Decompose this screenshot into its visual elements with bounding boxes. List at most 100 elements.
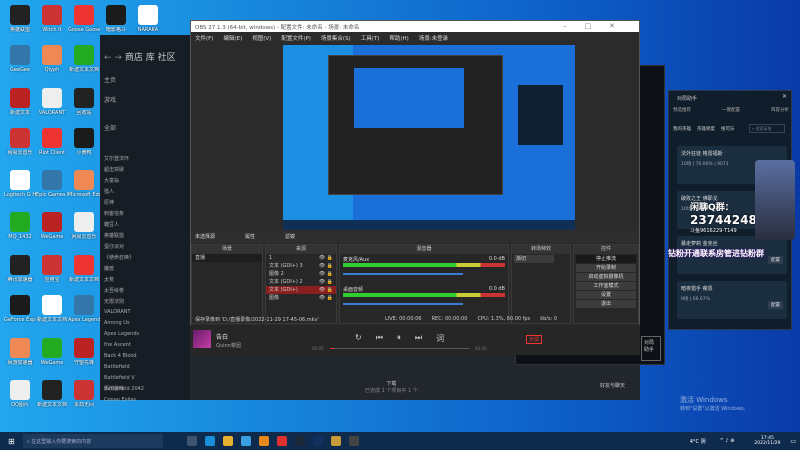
eye-lock-icons[interactable]: 👁 🔒 bbox=[319, 278, 333, 286]
tray-icons[interactable]: ^ ♪ ⊕ bbox=[720, 438, 735, 444]
config-button[interactable]: 配置 bbox=[768, 256, 783, 264]
eye-lock-icons[interactable]: 👁 🔒 bbox=[319, 270, 333, 278]
desktop-icon[interactable]: Microsoft Edge bbox=[68, 170, 100, 198]
volume-slider[interactable] bbox=[343, 273, 463, 275]
eye-lock-icons[interactable]: 👁 🔒 bbox=[319, 286, 333, 294]
start-icon[interactable]: ⊞ bbox=[8, 437, 15, 446]
source-item[interactable]: 1 👁 🔒 bbox=[266, 254, 336, 262]
volume-slider[interactable] bbox=[343, 303, 463, 305]
steam-game-item[interactable]: Battlefield bbox=[104, 364, 144, 375]
quality-badge[interactable]: 无损 bbox=[526, 335, 543, 344]
menu-item[interactable]: 编辑(E) bbox=[223, 34, 242, 42]
store-icon[interactable] bbox=[240, 436, 251, 446]
desktop-icon[interactable]: 暗影格斗 bbox=[100, 5, 132, 33]
helper-subtab[interactable]: 英雄梯度 bbox=[697, 126, 715, 132]
desktop-icon[interactable]: 守望先锋 bbox=[68, 338, 100, 366]
next-icon[interactable]: ⏭ bbox=[415, 333, 422, 344]
desktop-icon[interactable]: Epic Games Launcher bbox=[36, 170, 68, 198]
obs-icon[interactable] bbox=[348, 436, 359, 446]
eye-lock-icons[interactable]: 👁 🔒 bbox=[319, 262, 333, 270]
notification-icon[interactable]: ▭ bbox=[790, 438, 796, 445]
helper-subtab[interactable]: 搜可乐 bbox=[721, 126, 735, 132]
steam-game-item[interactable]: 超击突破 bbox=[104, 166, 144, 177]
lol-icon[interactable] bbox=[330, 436, 341, 446]
steam-home[interactable]: 主页 bbox=[104, 75, 116, 84]
desktop-icon[interactable]: 新建文本文档 bbox=[68, 255, 100, 283]
control-button[interactable]: 启动虚拟摄像机 bbox=[576, 273, 636, 281]
netease-music-icon[interactable] bbox=[276, 436, 287, 446]
steam-game-item[interactable]: Apex Legends bbox=[104, 331, 144, 342]
desktop-icon[interactable]: 新建文本 bbox=[4, 88, 36, 116]
steam-downloads[interactable]: 下载 已完成 1 个项目中 1 个 bbox=[365, 380, 418, 394]
desktop-icon[interactable]: WeGame bbox=[36, 212, 68, 240]
helper-tab[interactable]: 一键配置 bbox=[722, 107, 740, 113]
desktop-icon[interactable]: 回收站 bbox=[68, 88, 100, 116]
steam-game-item[interactable]: 艾尔登法环 bbox=[104, 155, 144, 166]
progress-track[interactable] bbox=[330, 348, 470, 349]
loop-icon[interactable]: ↻ bbox=[355, 333, 362, 344]
menu-item[interactable]: 工具(T) bbox=[361, 34, 380, 42]
menu-item[interactable]: 配置文件(P) bbox=[281, 34, 311, 42]
task-view-icon[interactable] bbox=[186, 436, 197, 446]
desktop-icon[interactable]: QQ图片 bbox=[4, 380, 36, 408]
desktop-icon[interactable]: GeeGee bbox=[4, 45, 36, 73]
desktop-icon[interactable]: 永劫无间 bbox=[68, 380, 100, 408]
obs-preview[interactable] bbox=[283, 45, 575, 230]
desktop-icon[interactable]: 应用宝 bbox=[36, 255, 68, 283]
clock[interactable]: 17:45 2022/11/29 bbox=[754, 436, 780, 446]
steam-game-item[interactable]: Among Us bbox=[104, 320, 144, 331]
app2-icon[interactable] bbox=[312, 436, 323, 446]
properties-button[interactable]: 属性 bbox=[245, 233, 255, 240]
desktop-icon[interactable]: 英雄联盟 bbox=[4, 5, 36, 33]
song-artist[interactable]: Quinn黎因 bbox=[216, 342, 241, 349]
steam-game-item[interactable]: 猎人 bbox=[104, 188, 144, 199]
steam-game-item[interactable]: 糖豆人 bbox=[104, 221, 144, 232]
source-item[interactable]: 图像 👁 🔒 bbox=[266, 294, 336, 302]
steam-add-game[interactable]: 添加游戏 bbox=[104, 385, 124, 392]
steam-game-item[interactable]: 太荒 bbox=[104, 276, 144, 287]
desktop-icon[interactable]: MQ_1432 bbox=[4, 212, 36, 240]
desktop-icon[interactable]: 新建文本文档 bbox=[36, 295, 68, 323]
close-icon[interactable]: ✕ bbox=[782, 93, 787, 100]
desktop-icon[interactable]: Riot Client bbox=[36, 128, 68, 156]
steam-friends[interactable]: 好友与聊天 bbox=[600, 382, 625, 389]
song-title[interactable]: 告白 bbox=[216, 332, 228, 341]
steam-game-item[interactable]: 原神 bbox=[104, 199, 144, 210]
steam-nav-community[interactable]: 社区 bbox=[158, 53, 176, 63]
steam-game-item[interactable]: the Ascent bbox=[104, 342, 144, 353]
lyrics-icon[interactable]: 词 bbox=[436, 333, 444, 344]
menu-item[interactable]: 场景集合(S) bbox=[321, 34, 351, 42]
source-item[interactable]: 文本 (GDI+) 2 👁 🔒 bbox=[266, 278, 336, 286]
desktop-icon[interactable]: 新建文本文档 bbox=[36, 380, 68, 408]
explorer-icon[interactable] bbox=[222, 436, 233, 446]
edge-icon[interactable] bbox=[204, 436, 215, 446]
steam-icon[interactable] bbox=[294, 436, 305, 446]
menu-item[interactable]: 视图(V) bbox=[252, 34, 271, 42]
prev-icon[interactable]: ⏮ bbox=[376, 333, 383, 344]
window-controls[interactable]: –□✕ bbox=[563, 22, 633, 30]
steam-game-item[interactable]: 《使命召唤》 bbox=[104, 254, 144, 265]
steam-game-item[interactable]: 英雄联盟 bbox=[104, 232, 144, 243]
transition-select[interactable]: 渐切 bbox=[514, 255, 554, 263]
taskbar-search[interactable]: ⌕ 在这里输入你要搜索的内容 bbox=[22, 434, 163, 448]
desktop-icon[interactable]: 新建文本文档 bbox=[68, 45, 100, 73]
control-button[interactable]: 设置 bbox=[576, 291, 636, 299]
control-button[interactable]: 停止推流 bbox=[576, 255, 636, 263]
steam-nav-store[interactable]: 商店 bbox=[125, 53, 143, 63]
desktop-icon[interactable]: NARAKA bbox=[132, 5, 164, 33]
control-button[interactable]: 开始录制 bbox=[576, 264, 636, 272]
steam-game-item[interactable]: 蛋仔派对 bbox=[104, 243, 144, 254]
weather[interactable]: 4°C 阴 bbox=[690, 438, 706, 445]
eye-lock-icons[interactable]: 👁 🔒 bbox=[319, 254, 333, 262]
steam-nav-library[interactable]: 库 bbox=[146, 53, 155, 63]
desktop-icon[interactable]: 网易云音乐 bbox=[68, 212, 100, 240]
steam-game-item[interactable]: Back 4 Blood bbox=[104, 353, 144, 364]
pause-icon[interactable]: ⏸ bbox=[397, 333, 401, 344]
helper-search[interactable]: ⌕ 搜索英雄 bbox=[749, 124, 785, 133]
desktop-icon[interactable]: Logitech G HUB bbox=[4, 170, 36, 198]
menu-item[interactable]: 帮助(H) bbox=[389, 34, 408, 42]
desktop-icon[interactable]: Qlyph bbox=[36, 45, 68, 73]
config-button[interactable]: 配置 bbox=[768, 301, 783, 309]
source-item[interactable]: 文本 (GDI+) 👁 🔒 bbox=[266, 286, 336, 294]
steam-games-label[interactable]: 游戏 bbox=[104, 95, 116, 104]
